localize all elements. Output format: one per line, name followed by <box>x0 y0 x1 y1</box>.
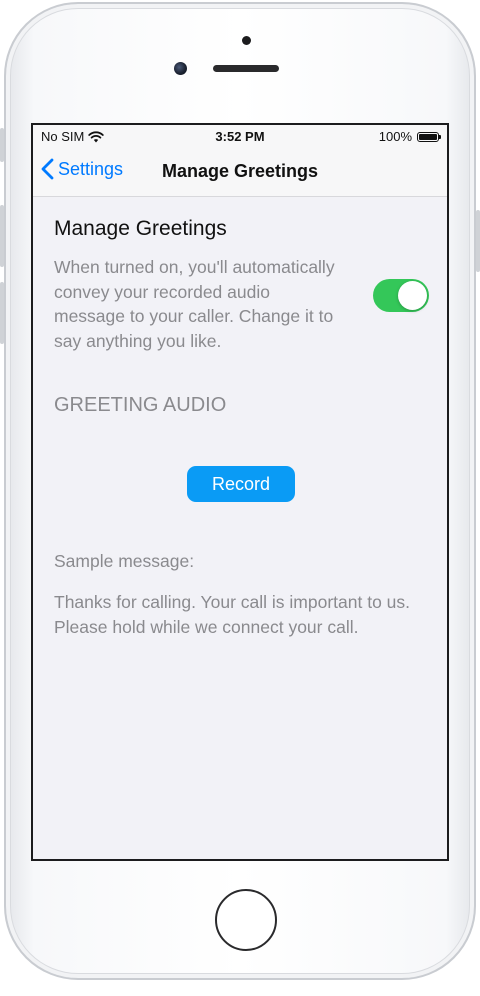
record-button[interactable]: Record <box>187 466 295 502</box>
battery-percent: 100% <box>378 129 412 144</box>
toggle-knob <box>398 281 427 310</box>
battery-icon <box>417 131 441 142</box>
volume-up-button <box>0 205 4 267</box>
volume-down-button <box>0 282 4 344</box>
description-text: When turned on, you'll automatically con… <box>54 257 335 351</box>
battery-tip <box>439 134 441 139</box>
battery-fill <box>419 133 437 140</box>
greeting-audio-header: GREETING AUDIO <box>54 394 227 416</box>
sample-message-text: Thanks for calling. Your call is importa… <box>54 592 411 637</box>
status-bar: No SIM 3:52 PM 100% <box>33 125 447 147</box>
front-camera <box>174 62 187 75</box>
section-title: Manage Greetings <box>54 217 227 240</box>
navigation-bar: Settings Manage Greetings <box>33 147 447 197</box>
page-title: Manage Greetings <box>161 161 319 181</box>
home-button[interactable] <box>215 889 277 951</box>
screen: No SIM 3:52 PM 100% Settings Manage Gree… <box>31 123 449 861</box>
mute-switch <box>0 128 4 162</box>
sample-message-label: Sample message: <box>54 551 195 571</box>
earpiece-speaker <box>213 65 279 72</box>
power-button <box>476 210 480 272</box>
greeting-toggle[interactable] <box>373 279 429 312</box>
sensor-dot <box>242 36 251 45</box>
